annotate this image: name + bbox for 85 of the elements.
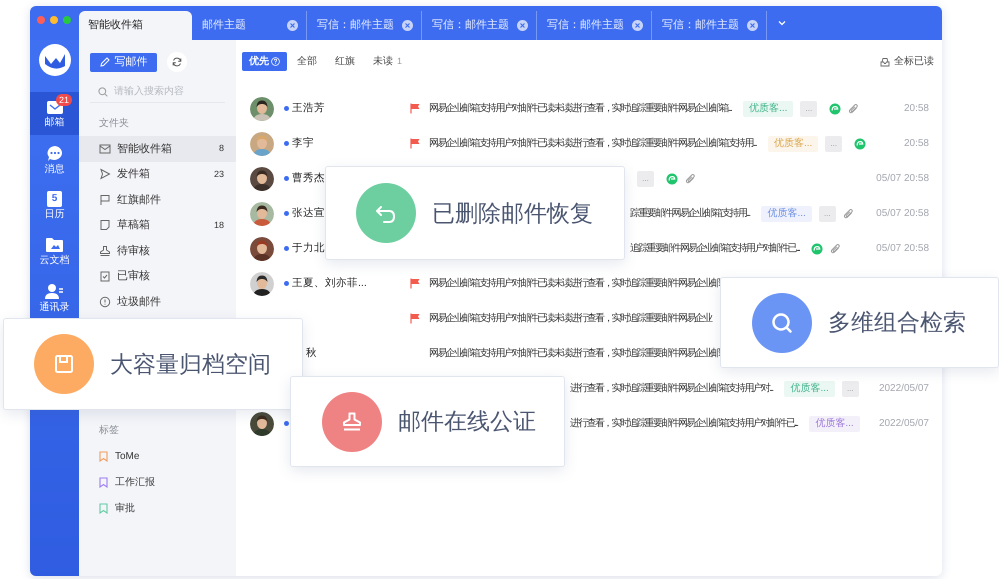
mail-time: 20:58 (904, 102, 929, 116)
stamp-icon (99, 244, 111, 257)
tag-label: 优质客... (768, 136, 818, 152)
folder-item[interactable]: 红旗邮件 (79, 187, 236, 212)
sender-name: 张达宣 (292, 206, 325, 221)
close-icon[interactable] (287, 20, 298, 31)
tag-label: 优质客... (809, 416, 860, 432)
contacts-icon (45, 282, 64, 300)
folder-icon (45, 237, 64, 253)
folder-item[interactable]: 智能收件箱 8 (79, 136, 236, 162)
calendar-icon: 5 (47, 191, 62, 207)
note-icon (99, 219, 111, 232)
nav-item[interactable]: 消息 (30, 138, 79, 181)
mail-snippet: 网易企业邮箱支持用户对邮件已读未读进行查看，实时追踪重要邮件网易企业 (429, 312, 712, 326)
tag-label: 优质客... (743, 100, 794, 116)
tag-label: 优质客... (761, 206, 812, 222)
tab[interactable]: 写信：邮件主题 (652, 11, 767, 40)
section-heading: 标签 (98, 424, 120, 438)
refresh-button[interactable] (167, 52, 187, 72)
section-heading: 文件夹 (98, 117, 130, 131)
mail-snippet: 踪重要邮件网易企业邮箱支持用... (630, 206, 750, 221)
chat-icon (46, 144, 64, 162)
tag-item[interactable]: 工作汇报 (79, 470, 236, 496)
tab[interactable]: 写信：邮件主题 (537, 11, 652, 40)
pencil-icon (100, 57, 110, 67)
filter-tab[interactable]: 未读 1 (365, 54, 410, 69)
mail-snippet: 进行查看，实时追踪重要邮件网易企业邮箱支持用户对... (570, 382, 772, 396)
notification-badge: 21 (56, 94, 72, 106)
mail-time: 05/07 20:58 (876, 172, 929, 186)
tag-item[interactable]: ToMe (79, 444, 236, 470)
nav-item[interactable]: 通讯录 (30, 276, 79, 319)
folder-item[interactable]: 发件箱 23 (79, 162, 236, 187)
compose-button[interactable]: 写邮件 (90, 52, 157, 72)
filter-tab[interactable]: 全部 (289, 54, 325, 69)
mail-snippet: 网易企业邮箱支持用户对邮件已读未读进行查看，实时追踪重要邮件网易企业邮箱支持用... (429, 136, 756, 151)
warning-icon (99, 296, 111, 308)
nav-item[interactable]: 5 日历 (30, 184, 79, 227)
filter-tab[interactable]: 优先 (242, 52, 287, 71)
mark-all-read-button[interactable]: 全标已读 (880, 54, 934, 69)
tag-item[interactable]: 审批 (79, 496, 236, 522)
mail-snippet: 网易企业邮箱支持用户对邮件已读未读进行查看，实时追踪重要邮件网易企业邮 (429, 346, 720, 361)
search-icon (98, 86, 108, 96)
tag-label: 优质客... (784, 380, 835, 396)
mail-time: 05/07 20:58 (876, 207, 929, 221)
mail-snippet: 追踪重要邮件网易企业邮箱支持用户对邮件已... (630, 242, 800, 256)
mail-time: 20:58 (904, 137, 929, 151)
tray-icon (880, 56, 890, 66)
mail-time: 2022/05/07 (878, 417, 929, 431)
close-icon[interactable] (632, 20, 643, 31)
tab[interactable]: 写信：邮件主题 (422, 11, 537, 40)
tab[interactable]: 写信：邮件主题 (307, 11, 422, 40)
close-icon[interactable] (747, 20, 758, 31)
chevron-down-icon[interactable] (777, 18, 787, 28)
folder-item[interactable]: 垃圾邮件 (79, 289, 236, 314)
search-field[interactable]: 请输入搜索内容 (114, 84, 224, 99)
sender-name: 王夏、刘亦菲... (292, 276, 367, 291)
nav-item[interactable]: 云文档 (30, 230, 79, 273)
send-icon (99, 168, 111, 180)
folder-item[interactable]: 草稿箱 18 (79, 212, 236, 238)
flag-icon (99, 194, 111, 206)
sender-name: 秋 (306, 346, 317, 361)
mail-time: 2022/05/07 (878, 382, 929, 396)
close-icon[interactable] (517, 20, 528, 31)
sender-name: 李宇 (292, 136, 314, 151)
folder-item[interactable]: 待审核 (79, 238, 236, 264)
sender-name: 曹秀杰 (292, 170, 325, 186)
feature-title: 多维组合检索 (828, 308, 966, 338)
envelope-icon (99, 142, 111, 155)
refresh-icon (172, 57, 182, 67)
nav-item[interactable]: 邮箱 21 (30, 92, 79, 135)
mail-snippet: 进行查看，实时追踪重要邮件网易企业邮箱支持用户对邮件已... (570, 416, 798, 431)
feature-title: 已删除邮件恢复 (432, 198, 593, 228)
feature-title: 邮件在线公证 (398, 407, 536, 436)
sender-name: 于力北 (292, 240, 325, 256)
clipboard-check-icon (99, 270, 111, 282)
mail-time: 05/07 20:58 (876, 242, 929, 256)
feature-title: 大容量归档空间 (110, 350, 271, 379)
close-icon[interactable] (402, 20, 413, 31)
tab[interactable]: 智能收件箱 (79, 11, 192, 40)
folder-item[interactable]: 已审核 (79, 264, 236, 289)
filter-tab[interactable]: 红旗 (327, 54, 363, 69)
mail-snippet: 网易企业邮箱支持用户对邮件已读未读进行查看，实时追踪重要邮件网易企业邮 (429, 276, 720, 291)
mail-snippet: 网易企业邮箱支持用户对邮件已读未读进行查看，实时追踪重要邮件网易企业邮箱... (429, 102, 732, 116)
sender-name: 王浩芳 (292, 100, 325, 116)
logo-icon[interactable] (38, 44, 70, 76)
